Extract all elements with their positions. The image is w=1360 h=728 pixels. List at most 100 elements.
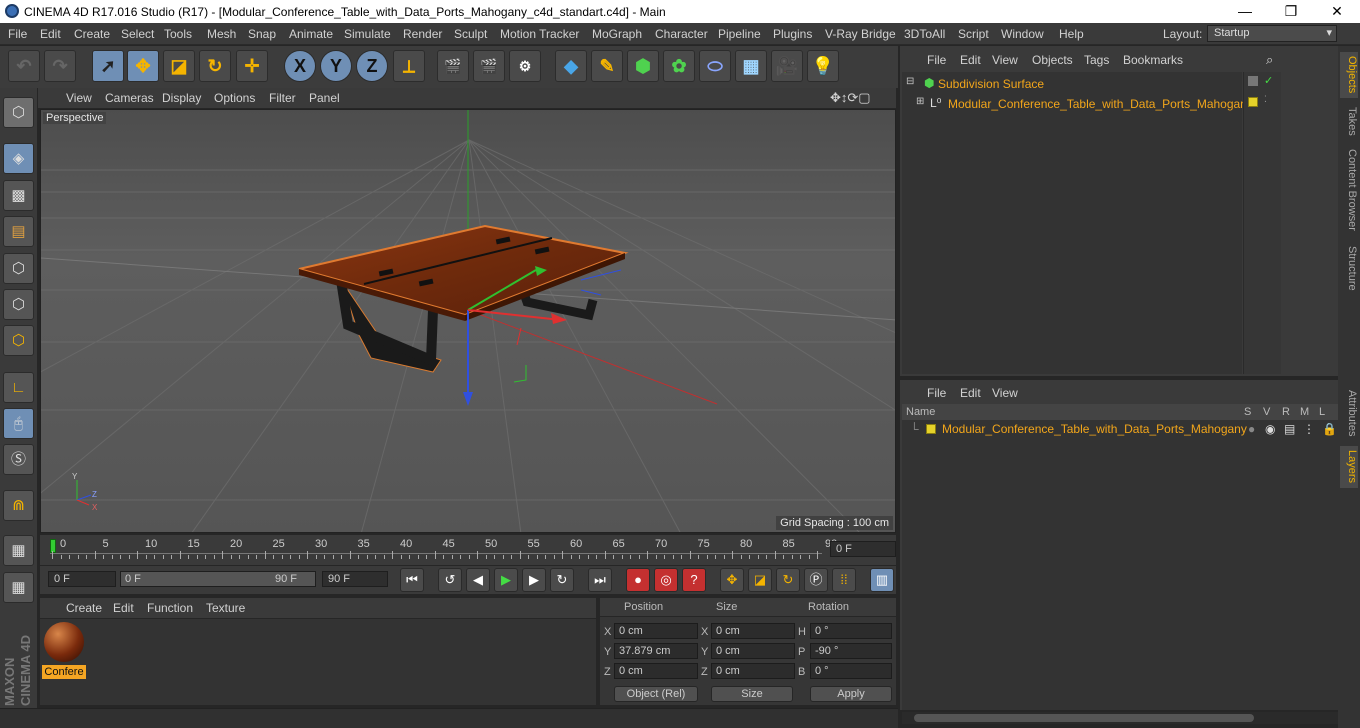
go-to-end-button[interactable]: ⏭ xyxy=(588,568,612,592)
subdivision-surface-button[interactable]: ⬢ xyxy=(627,50,659,82)
z-axis-button[interactable]: Z xyxy=(356,50,388,82)
render-view-button[interactable]: 🎬 xyxy=(437,50,469,82)
size-x-field[interactable]: 0 cm xyxy=(711,623,795,639)
autokey-button[interactable]: ◎ xyxy=(654,568,678,592)
edges-mode-button[interactable]: ⬡ xyxy=(3,289,34,320)
start-frame-field[interactable]: 0 F xyxy=(48,571,116,587)
record-button[interactable]: ● xyxy=(626,568,650,592)
menu-window[interactable]: Window xyxy=(1001,27,1044,41)
key-pla-button[interactable]: ⁞⁞ xyxy=(832,568,856,592)
layer-menu-file[interactable]: File xyxy=(927,386,946,400)
vp-menu-cameras[interactable]: Cameras xyxy=(105,91,154,105)
obj-menu-bookmarks[interactable]: Bookmarks xyxy=(1123,53,1183,67)
tab-objects[interactable]: Objects xyxy=(1340,52,1358,98)
lock-icon[interactable]: 🔒 xyxy=(1322,422,1337,436)
menu-motion-tracker[interactable]: Motion Tracker xyxy=(500,27,579,41)
timeline-playhead[interactable] xyxy=(50,539,56,553)
tab-attributes[interactable]: Attributes xyxy=(1340,384,1358,442)
mat-menu-edit[interactable]: Edit xyxy=(113,601,134,615)
menu-mograph[interactable]: MoGraph xyxy=(592,27,642,41)
step-forward-button[interactable]: ▶ xyxy=(522,568,546,592)
menu-animate[interactable]: Animate xyxy=(289,27,333,41)
pen-spline-button[interactable]: ✎ xyxy=(591,50,623,82)
timeline-button[interactable]: ▥ xyxy=(870,568,894,592)
search-icon[interactable]: ⌕ xyxy=(1266,52,1273,68)
vp-menu-panel[interactable]: Panel xyxy=(309,91,340,105)
go-to-start-button[interactable]: ⏮ xyxy=(400,568,424,592)
manager-icon[interactable]: ⋮ xyxy=(1303,422,1315,436)
prev-key-button[interactable]: ↺ xyxy=(438,568,462,592)
step-back-button[interactable]: ◀ xyxy=(466,568,490,592)
layout-select[interactable]: Startup ▾ xyxy=(1207,25,1337,42)
render-settings-button[interactable]: ⚙ xyxy=(509,50,541,82)
workplane-mode-button[interactable]: ▤ xyxy=(3,216,34,247)
points-mode-button[interactable]: ⬡ xyxy=(3,253,34,284)
obj-menu-view[interactable]: View xyxy=(992,53,1018,67)
subdivision-layer-icon[interactable] xyxy=(1248,76,1258,86)
size-y-field[interactable]: 0 cm xyxy=(711,643,795,659)
tab-structure[interactable]: Structure xyxy=(1340,240,1358,296)
key-position-button[interactable]: ✥ xyxy=(720,568,744,592)
eye-icon[interactable]: ◉ xyxy=(1265,422,1275,436)
tweak-mode-button[interactable]: 🖰 xyxy=(3,408,34,439)
undo-button[interactable]: ↶ xyxy=(8,50,40,82)
mat-menu-texture[interactable]: Texture xyxy=(206,601,245,615)
obj-menu-edit[interactable]: Edit xyxy=(960,53,981,67)
menu-select[interactable]: Select xyxy=(121,27,154,41)
enabled-check-icon[interactable]: ✓ xyxy=(1264,74,1273,87)
menu-snap[interactable]: Snap xyxy=(248,27,276,41)
mat-menu-function[interactable]: Function xyxy=(147,601,193,615)
menu-simulate[interactable]: Simulate xyxy=(344,27,391,41)
vp-menu-display[interactable]: Display xyxy=(162,91,201,105)
minimize-button[interactable]: — xyxy=(1222,0,1268,23)
key-parameter-button[interactable]: Ⓟ xyxy=(804,568,828,592)
select-tool-button[interactable]: ➚ xyxy=(92,50,124,82)
mat-menu-create[interactable]: Create xyxy=(66,601,102,615)
axis-mode-button[interactable]: ∟ xyxy=(3,372,34,403)
make-editable-button[interactable]: ⬡ xyxy=(3,97,34,128)
redo-button[interactable]: ↷ xyxy=(44,50,76,82)
vp-menu-filter[interactable]: Filter xyxy=(269,91,296,105)
pos-y-field[interactable]: 37.879 cm xyxy=(614,643,698,659)
x-axis-button[interactable]: X xyxy=(284,50,316,82)
light-button[interactable]: 💡 xyxy=(807,50,839,82)
polygons-mode-button[interactable]: ⬡ xyxy=(3,325,34,356)
menu-help[interactable]: Help xyxy=(1059,27,1084,41)
menu-sculpt[interactable]: Sculpt xyxy=(454,27,487,41)
menu-file[interactable]: File xyxy=(8,27,27,41)
current-frame-field[interactable]: 0 F xyxy=(830,541,896,557)
cube-object-button[interactable]: ◆ xyxy=(555,50,587,82)
array-button[interactable]: ✿ xyxy=(663,50,695,82)
model-mode-button[interactable]: ◈ xyxy=(3,143,34,174)
scrollbar-thumb[interactable] xyxy=(914,714,1254,722)
menu-render[interactable]: Render xyxy=(403,27,442,41)
camera-button[interactable]: 🎥 xyxy=(771,50,803,82)
play-button[interactable]: ▶ xyxy=(494,568,518,592)
apply-button[interactable]: Apply xyxy=(810,686,892,702)
keyframe-selection-button[interactable]: ? xyxy=(682,568,706,592)
coord-mode-dropdown[interactable]: Object (Rel) xyxy=(614,686,698,702)
vp-menu-options[interactable]: Options xyxy=(214,91,255,105)
layer-scrollbar[interactable] xyxy=(902,712,1338,724)
render-picture-viewer-button[interactable]: 🎬 xyxy=(473,50,505,82)
object-row-subdivision[interactable]: ⊟ ⬢ Subdivision Surface xyxy=(906,76,1236,92)
visibility-dots-icon[interactable]: ⁚ xyxy=(1264,94,1267,105)
pos-x-field[interactable]: 0 cm xyxy=(614,623,698,639)
snap-button[interactable]: Ⓢ xyxy=(3,444,34,475)
last-tool-button[interactable]: ✛ xyxy=(236,50,268,82)
deformer-button[interactable]: ⬭ xyxy=(699,50,731,82)
menu-tools[interactable]: Tools xyxy=(164,27,192,41)
layer-menu-edit[interactable]: Edit xyxy=(960,386,981,400)
floor-button[interactable]: ▦ xyxy=(735,50,767,82)
layer-color-icon[interactable] xyxy=(1248,97,1258,107)
timeline[interactable]: 051015202530354045505560657075808590 0 F xyxy=(40,535,896,565)
vp-menu-view[interactable]: View xyxy=(66,91,92,105)
obj-menu-objects[interactable]: Objects xyxy=(1032,53,1073,67)
end-frame-field[interactable]: 90 F xyxy=(322,571,388,587)
tab-content-browser[interactable]: Content Browser xyxy=(1340,144,1358,236)
material-swatch[interactable]: Confere xyxy=(42,621,86,679)
viewport-perspective[interactable]: Y Z X Perspective Grid Spacing : 100 cm xyxy=(40,109,896,533)
tree-expand-icon[interactable]: ⊞ xyxy=(916,96,924,107)
magnet-button[interactable]: ⋒ xyxy=(3,490,34,521)
tab-takes[interactable]: Takes xyxy=(1340,102,1358,140)
